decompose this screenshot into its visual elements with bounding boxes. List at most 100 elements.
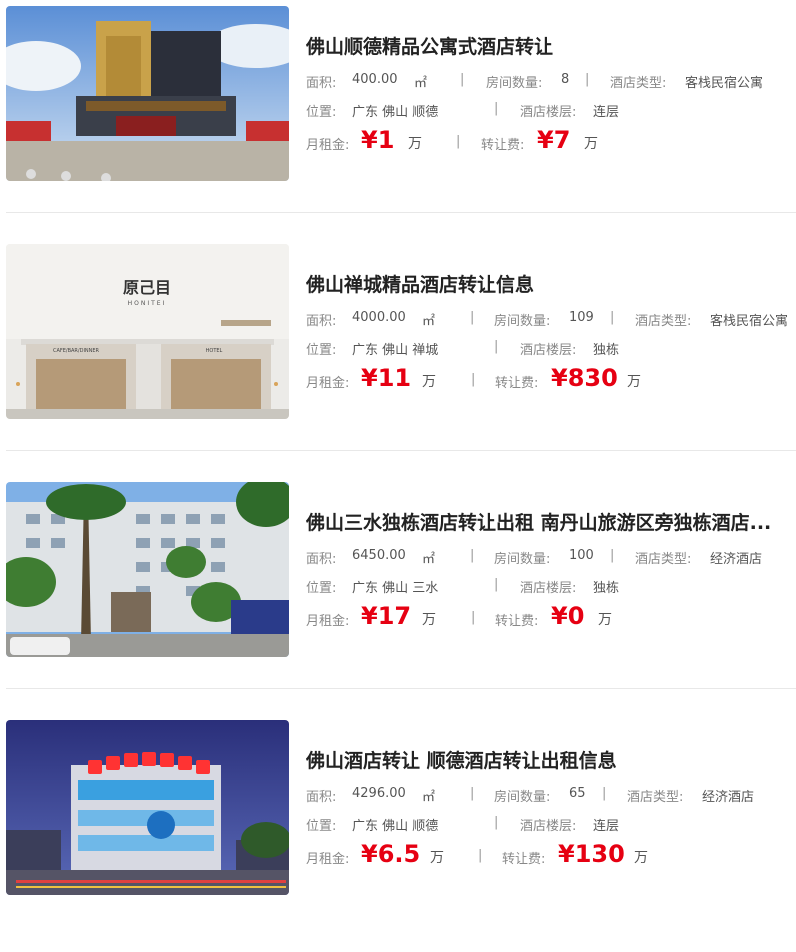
hotel-photo-1 [6,6,289,181]
hotel-type-value: 经济酒店 [702,790,755,805]
listing-photo[interactable]: 原己目 HONITEI CAFE/BAR/DINNER HOTEL [6,244,289,419]
area-value: 6450.00 [352,548,406,563]
hotel-brand-logo: 原己目 [123,278,171,297]
rent-label: 月租金: [306,138,350,153]
hotel-type-value: 客栈民宿公寓 [685,76,764,91]
sign-cafe-bar-dinner: CAFE/BAR/DINNER [53,348,100,354]
area-label: 面积: [306,790,337,805]
rooms-value: 8 [561,72,570,87]
transfer-fee-unit: 万 [627,374,641,390]
rent-label: 月租金: [306,852,350,867]
separator: | [585,72,590,87]
hotel-photo-3 [6,482,289,657]
listing-title[interactable]: 佛山酒店转让 顺德酒店转让出租信息 [306,746,794,773]
listing-item[interactable]: 佛山顺德精品公寓式酒店转让 面积: 400.00 ㎡ | 房间数量: 8 | 酒… [0,0,796,238]
separator: | [602,786,607,801]
floor-value: 独栋 [593,581,620,596]
rooms-value: 100 [569,548,594,563]
floor-value: 连层 [593,819,620,834]
separator: | [610,548,615,563]
location-value: 广东 佛山 三水 [352,581,439,596]
location-value: 广东 佛山 顺德 [352,819,439,834]
rooms-label: 房间数量: [486,76,543,91]
separator: | [494,339,499,354]
rent-price: ¥17 [361,602,412,630]
location-label: 位置: [306,819,337,834]
rent-unit: 万 [430,850,444,866]
hotel-type-label: 酒店类型: [635,552,692,567]
rooms-label: 房间数量: [494,552,551,567]
area-unit: ㎡ [422,790,436,805]
sign-hotel: HOTEL [206,348,223,354]
location-value: 广东 佛山 顺德 [352,105,439,120]
separator: | [470,310,475,325]
separator: | [456,134,461,149]
transfer-fee-unit: 万 [584,136,598,152]
transfer-fee-label: 转让费: [495,614,539,629]
separator: | [478,848,483,863]
hotel-type-value: 经济酒店 [710,552,763,567]
transfer-fee-label: 转让费: [502,852,546,867]
divider [6,688,796,689]
listing-title[interactable]: 佛山顺德精品公寓式酒店转让 [306,32,794,59]
location-label: 位置: [306,581,337,596]
hotel-brand-subtext: HONITEI [128,300,167,307]
listing-photo[interactable] [6,720,289,895]
listing-item[interactable]: 佛山酒店转让 顺德酒店转让出租信息 面积: 4296.00 ㎡ | 房间数量: … [0,714,796,952]
transfer-fee-price: ¥0 [551,602,585,630]
floor-label: 酒店楼层: [520,819,577,834]
area-value: 400.00 [352,72,398,87]
separator: | [470,786,475,801]
area-unit: ㎡ [422,552,436,567]
hotel-type-label: 酒店类型: [610,76,667,91]
area-label: 面积: [306,76,337,91]
separator: | [494,577,499,592]
location-label: 位置: [306,105,337,120]
separator: | [470,548,475,563]
transfer-fee-unit: 万 [634,850,648,866]
area-label: 面积: [306,552,337,567]
listing-item[interactable]: 佛山三水独栋酒店转让出租 南丹山旅游区旁独栋酒店... 面积: 6450.00 … [0,476,796,714]
area-unit: ㎡ [422,314,436,329]
floor-value: 连层 [593,105,620,120]
rent-unit: 万 [422,612,436,628]
rooms-value: 65 [569,786,586,801]
area-label: 面积: [306,314,337,329]
divider [6,212,796,213]
rent-price: ¥6.5 [361,840,421,868]
rooms-label: 房间数量: [494,314,551,329]
hotel-type-label: 酒店类型: [635,314,692,329]
separator: | [460,72,465,87]
hotel-type-value: 客栈民宿公寓 [710,314,789,329]
location-label: 位置: [306,343,337,358]
listing-title[interactable]: 佛山禅城精品酒店转让信息 [306,270,794,297]
rent-label: 月租金: [306,614,350,629]
floor-label: 酒店楼层: [520,105,577,120]
area-value: 4296.00 [352,786,406,801]
rooms-value: 109 [569,310,594,325]
hotel-photo-2: 原己目 HONITEI CAFE/BAR/DINNER HOTEL [6,244,289,419]
listing-photo[interactable] [6,482,289,657]
listing-title[interactable]: 佛山三水独栋酒店转让出租 南丹山旅游区旁独栋酒店... [306,508,794,535]
separator: | [494,101,499,116]
transfer-fee-price: ¥830 [551,364,618,392]
listing-item[interactable]: 原己目 HONITEI CAFE/BAR/DINNER HOTEL 佛山禅城精品… [0,238,796,476]
floor-label: 酒店楼层: [520,581,577,596]
transfer-fee-price: ¥130 [558,840,625,868]
rent-unit: 万 [422,374,436,390]
hotel-photo-4 [6,720,289,895]
separator: | [494,815,499,830]
transfer-fee-label: 转让费: [495,376,539,391]
transfer-fee-unit: 万 [598,612,612,628]
transfer-fee-label: 转让费: [481,138,525,153]
floor-value: 独栋 [593,343,620,358]
hotel-type-label: 酒店类型: [627,790,684,805]
divider [6,450,796,451]
listing-photo[interactable] [6,6,289,181]
separator: | [610,310,615,325]
rent-price: ¥11 [361,364,412,392]
transfer-fee-price: ¥7 [537,126,571,154]
separator: | [471,372,476,387]
floor-label: 酒店楼层: [520,343,577,358]
area-value: 4000.00 [352,310,406,325]
